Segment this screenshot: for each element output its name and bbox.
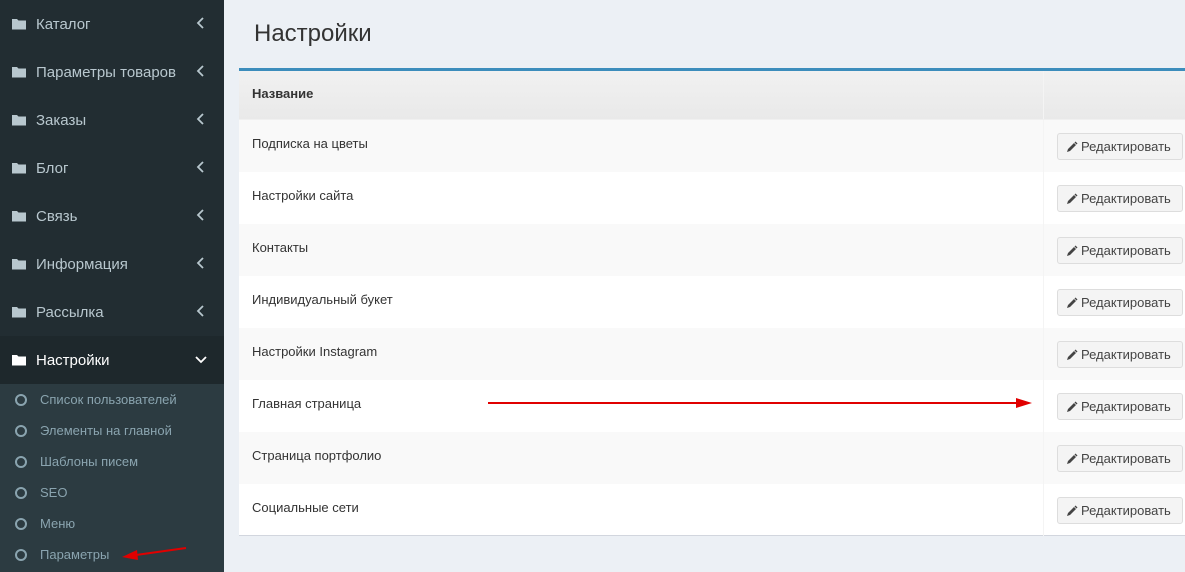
row-name: Настройки Instagram [239, 328, 1044, 380]
submenu-item-label: Параметры [40, 547, 110, 562]
row-name: Контакты [239, 224, 1044, 276]
circle-icon [15, 455, 27, 468]
sidebar-item-label: Заказы [36, 111, 87, 129]
edit-button[interactable]: Редактировать [1057, 393, 1183, 420]
folder-icon [11, 16, 27, 32]
pencil-icon [1067, 349, 1078, 360]
table-header: Название [239, 71, 1185, 120]
submenu-item-users[interactable]: Список пользователей [0, 384, 224, 415]
sidebar-item-newsletter[interactable]: Рассылка [0, 288, 224, 336]
folder-icon [11, 160, 27, 176]
sidebar-item-product-params[interactable]: Параметры товаров [0, 48, 224, 96]
edit-button-label: Редактировать [1081, 139, 1171, 154]
table-row: Главная страница Редактировать [239, 380, 1185, 432]
sidebar-item-settings[interactable]: Настройки [0, 336, 224, 384]
sidebar-item-label: Рассылка [36, 303, 104, 321]
pencil-icon [1067, 401, 1078, 412]
sidebar-item-label: Каталог [36, 15, 91, 33]
sidebar-item-label: Параметры товаров [36, 63, 176, 81]
column-header-name: Название [239, 71, 1044, 119]
row-name: Индивидуальный букет [239, 276, 1044, 328]
folder-icon [11, 352, 27, 368]
settings-submenu: Список пользователей Элементы на главной… [0, 384, 224, 572]
row-name: Главная страница [239, 380, 1044, 432]
settings-table: Название Подписка на цветы Редактировать… [239, 68, 1185, 536]
table-row: Социальные сети Редактировать [239, 484, 1185, 536]
circle-icon [15, 393, 27, 406]
pencil-icon [1067, 297, 1078, 308]
submenu-item-label: Меню [40, 516, 76, 531]
edit-button-label: Редактировать [1081, 243, 1171, 258]
sidebar-item-label: Информация [36, 255, 128, 273]
row-name: Настройки сайта [239, 172, 1044, 224]
table-row: Индивидуальный букет Редактировать [239, 276, 1185, 328]
sidebar-item-blog[interactable]: Блог [0, 144, 224, 192]
edit-button-label: Редактировать [1081, 191, 1171, 206]
table-row: Настройки Instagram Редактировать [239, 328, 1185, 380]
table-row: Контакты Редактировать [239, 224, 1185, 276]
chevron-left-icon [194, 16, 208, 30]
circle-icon [15, 424, 27, 437]
row-name: Страница портфолио [239, 432, 1044, 484]
submenu-item-menu[interactable]: Меню [0, 508, 224, 539]
folder-icon [11, 256, 27, 272]
pencil-icon [1067, 141, 1078, 152]
sidebar: Каталог Параметры товаров Заказы Блог Св… [0, 0, 224, 572]
submenu-item-label: Элементы на главной [40, 423, 172, 438]
circle-icon [15, 517, 27, 530]
chevron-left-icon [194, 160, 208, 174]
edit-button-label: Редактировать [1081, 503, 1171, 518]
folder-icon [11, 112, 27, 128]
folder-icon [11, 208, 27, 224]
table-row: Подписка на цветы Редактировать [239, 120, 1185, 172]
submenu-item-parameters[interactable]: Параметры [0, 539, 224, 570]
pencil-icon [1067, 193, 1078, 204]
chevron-left-icon [194, 112, 208, 126]
table-row: Страница портфолио Редактировать [239, 432, 1185, 484]
pencil-icon [1067, 505, 1078, 516]
main-content: Настройки Название Подписка на цветы Ред… [224, 0, 1185, 572]
folder-icon [11, 304, 27, 320]
submenu-item-label: SEO [40, 485, 68, 500]
chevron-left-icon [194, 64, 208, 78]
sidebar-item-contact[interactable]: Связь [0, 192, 224, 240]
chevron-down-icon [194, 352, 208, 366]
edit-button[interactable]: Редактировать [1057, 341, 1183, 368]
chevron-left-icon [194, 304, 208, 318]
edit-button[interactable]: Редактировать [1057, 289, 1183, 316]
edit-button-label: Редактировать [1081, 295, 1171, 310]
edit-button[interactable]: Редактировать [1057, 497, 1183, 524]
sidebar-item-catalog[interactable]: Каталог [0, 0, 224, 48]
pencil-icon [1067, 453, 1078, 464]
submenu-item-seo[interactable]: SEO [0, 477, 224, 508]
submenu-item-email-templates[interactable]: Шаблоны писем [0, 446, 224, 477]
sidebar-item-label: Блог [36, 159, 69, 177]
circle-icon [15, 548, 27, 561]
edit-button[interactable]: Редактировать [1057, 133, 1183, 160]
submenu-item-home-elements[interactable]: Элементы на главной [0, 415, 224, 446]
edit-button-label: Редактировать [1081, 451, 1171, 466]
edit-button-label: Редактировать [1081, 399, 1171, 414]
sidebar-item-information[interactable]: Информация [0, 240, 224, 288]
sidebar-item-label: Связь [36, 207, 78, 225]
edit-button[interactable]: Редактировать [1057, 185, 1183, 212]
row-name: Подписка на цветы [239, 120, 1044, 172]
submenu-item-label: Шаблоны писем [40, 454, 139, 469]
sidebar-item-orders[interactable]: Заказы [0, 96, 224, 144]
row-name: Социальные сети [239, 484, 1044, 536]
chevron-left-icon [194, 256, 208, 270]
sidebar-item-label: Настройки [36, 351, 110, 369]
submenu-item-label: Список пользователей [40, 392, 177, 407]
pencil-icon [1067, 245, 1078, 256]
page-title: Настройки [254, 20, 372, 47]
edit-button[interactable]: Редактировать [1057, 237, 1183, 264]
folder-icon [11, 64, 27, 80]
circle-icon [15, 486, 27, 499]
table-row: Настройки сайта Редактировать [239, 172, 1185, 224]
edit-button-label: Редактировать [1081, 347, 1171, 362]
edit-button[interactable]: Редактировать [1057, 445, 1183, 472]
chevron-left-icon [194, 208, 208, 222]
